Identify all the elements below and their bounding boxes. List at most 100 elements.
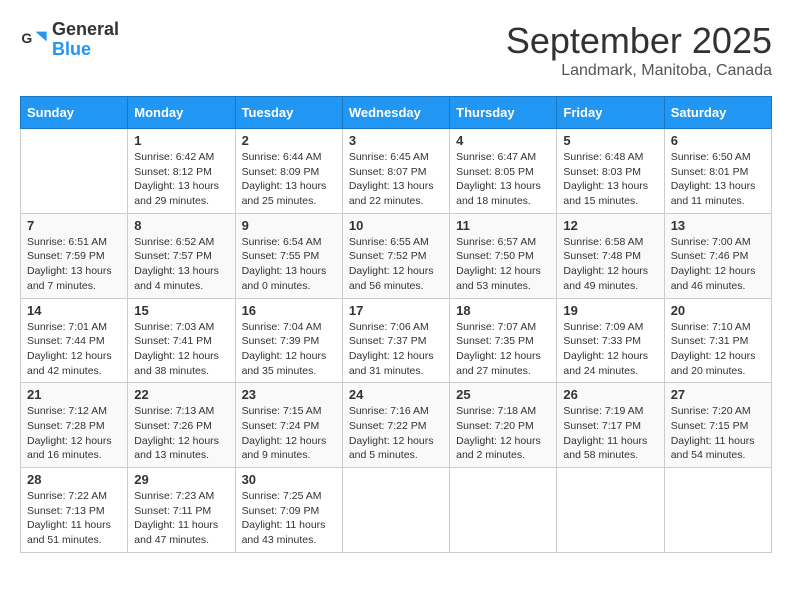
calendar-day-cell: 18 Sunrise: 7:07 AMSunset: 7:35 PMDaylig… [450, 298, 557, 383]
day-number: 30 [242, 472, 336, 487]
day-number: 20 [671, 303, 765, 318]
calendar-day-cell: 5 Sunrise: 6:48 AMSunset: 8:03 PMDayligh… [557, 129, 664, 214]
logo-text: General Blue [52, 20, 119, 60]
day-number: 19 [563, 303, 657, 318]
calendar-day-cell: 14 Sunrise: 7:01 AMSunset: 7:44 PMDaylig… [21, 298, 128, 383]
calendar-day-cell: 25 Sunrise: 7:18 AMSunset: 7:20 PMDaylig… [450, 383, 557, 468]
calendar-day-cell: 17 Sunrise: 7:06 AMSunset: 7:37 PMDaylig… [342, 298, 449, 383]
day-of-week-header: Saturday [664, 97, 771, 129]
day-of-week-header: Wednesday [342, 97, 449, 129]
day-number: 26 [563, 387, 657, 402]
calendar-day-cell: 19 Sunrise: 7:09 AMSunset: 7:33 PMDaylig… [557, 298, 664, 383]
day-info: Sunrise: 7:10 AMSunset: 7:31 PMDaylight:… [671, 320, 765, 379]
calendar-day-cell: 10 Sunrise: 6:55 AMSunset: 7:52 PMDaylig… [342, 213, 449, 298]
day-info: Sunrise: 7:25 AMSunset: 7:09 PMDaylight:… [242, 489, 336, 548]
day-number: 8 [134, 218, 228, 233]
logo-blue: Blue [52, 40, 119, 60]
day-info: Sunrise: 6:42 AMSunset: 8:12 PMDaylight:… [134, 150, 228, 209]
day-of-week-header: Sunday [21, 97, 128, 129]
calendar-table: SundayMondayTuesdayWednesdayThursdayFrid… [20, 96, 772, 553]
calendar-day-cell: 27 Sunrise: 7:20 AMSunset: 7:15 PMDaylig… [664, 383, 771, 468]
day-number: 27 [671, 387, 765, 402]
title-section: September 2025 Landmark, Manitoba, Canad… [506, 20, 772, 80]
calendar-day-cell: 13 Sunrise: 7:00 AMSunset: 7:46 PMDaylig… [664, 213, 771, 298]
calendar-day-cell: 6 Sunrise: 6:50 AMSunset: 8:01 PMDayligh… [664, 129, 771, 214]
day-info: Sunrise: 7:22 AMSunset: 7:13 PMDaylight:… [27, 489, 121, 548]
logo: G General Blue [20, 20, 119, 60]
logo-general: General [52, 20, 119, 40]
calendar-day-cell: 23 Sunrise: 7:15 AMSunset: 7:24 PMDaylig… [235, 383, 342, 468]
day-info: Sunrise: 7:06 AMSunset: 7:37 PMDaylight:… [349, 320, 443, 379]
calendar-day-cell: 26 Sunrise: 7:19 AMSunset: 7:17 PMDaylig… [557, 383, 664, 468]
day-info: Sunrise: 6:55 AMSunset: 7:52 PMDaylight:… [349, 235, 443, 294]
calendar-day-cell: 30 Sunrise: 7:25 AMSunset: 7:09 PMDaylig… [235, 468, 342, 553]
day-info: Sunrise: 6:58 AMSunset: 7:48 PMDaylight:… [563, 235, 657, 294]
calendar-day-cell: 1 Sunrise: 6:42 AMSunset: 8:12 PMDayligh… [128, 129, 235, 214]
day-number: 9 [242, 218, 336, 233]
day-info: Sunrise: 7:09 AMSunset: 7:33 PMDaylight:… [563, 320, 657, 379]
day-number: 23 [242, 387, 336, 402]
day-number: 6 [671, 133, 765, 148]
day-info: Sunrise: 7:03 AMSunset: 7:41 PMDaylight:… [134, 320, 228, 379]
calendar-day-cell: 29 Sunrise: 7:23 AMSunset: 7:11 PMDaylig… [128, 468, 235, 553]
calendar-week-row: 21 Sunrise: 7:12 AMSunset: 7:28 PMDaylig… [21, 383, 772, 468]
calendar-day-cell [557, 468, 664, 553]
calendar-day-cell: 21 Sunrise: 7:12 AMSunset: 7:28 PMDaylig… [21, 383, 128, 468]
day-info: Sunrise: 7:18 AMSunset: 7:20 PMDaylight:… [456, 404, 550, 463]
day-number: 24 [349, 387, 443, 402]
calendar-header-row: SundayMondayTuesdayWednesdayThursdayFrid… [21, 97, 772, 129]
day-info: Sunrise: 6:54 AMSunset: 7:55 PMDaylight:… [242, 235, 336, 294]
calendar-day-cell: 7 Sunrise: 6:51 AMSunset: 7:59 PMDayligh… [21, 213, 128, 298]
day-number: 16 [242, 303, 336, 318]
day-number: 17 [349, 303, 443, 318]
day-info: Sunrise: 7:15 AMSunset: 7:24 PMDaylight:… [242, 404, 336, 463]
day-number: 21 [27, 387, 121, 402]
month-title: September 2025 [506, 20, 772, 62]
day-of-week-header: Friday [557, 97, 664, 129]
day-info: Sunrise: 6:52 AMSunset: 7:57 PMDaylight:… [134, 235, 228, 294]
day-number: 10 [349, 218, 443, 233]
day-number: 29 [134, 472, 228, 487]
calendar-day-cell: 12 Sunrise: 6:58 AMSunset: 7:48 PMDaylig… [557, 213, 664, 298]
day-info: Sunrise: 6:45 AMSunset: 8:07 PMDaylight:… [349, 150, 443, 209]
calendar-day-cell: 11 Sunrise: 6:57 AMSunset: 7:50 PMDaylig… [450, 213, 557, 298]
day-info: Sunrise: 7:07 AMSunset: 7:35 PMDaylight:… [456, 320, 550, 379]
day-number: 15 [134, 303, 228, 318]
calendar-day-cell: 15 Sunrise: 7:03 AMSunset: 7:41 PMDaylig… [128, 298, 235, 383]
day-number: 1 [134, 133, 228, 148]
calendar-day-cell: 9 Sunrise: 6:54 AMSunset: 7:55 PMDayligh… [235, 213, 342, 298]
day-number: 22 [134, 387, 228, 402]
day-of-week-header: Monday [128, 97, 235, 129]
day-info: Sunrise: 7:04 AMSunset: 7:39 PMDaylight:… [242, 320, 336, 379]
day-info: Sunrise: 6:47 AMSunset: 8:05 PMDaylight:… [456, 150, 550, 209]
calendar-day-cell: 4 Sunrise: 6:47 AMSunset: 8:05 PMDayligh… [450, 129, 557, 214]
day-info: Sunrise: 7:23 AMSunset: 7:11 PMDaylight:… [134, 489, 228, 548]
calendar-day-cell: 28 Sunrise: 7:22 AMSunset: 7:13 PMDaylig… [21, 468, 128, 553]
calendar-day-cell: 16 Sunrise: 7:04 AMSunset: 7:39 PMDaylig… [235, 298, 342, 383]
day-info: Sunrise: 7:12 AMSunset: 7:28 PMDaylight:… [27, 404, 121, 463]
calendar-week-row: 7 Sunrise: 6:51 AMSunset: 7:59 PMDayligh… [21, 213, 772, 298]
day-info: Sunrise: 6:44 AMSunset: 8:09 PMDaylight:… [242, 150, 336, 209]
calendar-day-cell: 22 Sunrise: 7:13 AMSunset: 7:26 PMDaylig… [128, 383, 235, 468]
day-number: 13 [671, 218, 765, 233]
day-info: Sunrise: 7:01 AMSunset: 7:44 PMDaylight:… [27, 320, 121, 379]
calendar-day-cell: 2 Sunrise: 6:44 AMSunset: 8:09 PMDayligh… [235, 129, 342, 214]
day-number: 4 [456, 133, 550, 148]
calendar-day-cell: 24 Sunrise: 7:16 AMSunset: 7:22 PMDaylig… [342, 383, 449, 468]
day-number: 3 [349, 133, 443, 148]
day-number: 28 [27, 472, 121, 487]
day-of-week-header: Thursday [450, 97, 557, 129]
day-info: Sunrise: 7:16 AMSunset: 7:22 PMDaylight:… [349, 404, 443, 463]
day-number: 14 [27, 303, 121, 318]
day-info: Sunrise: 7:13 AMSunset: 7:26 PMDaylight:… [134, 404, 228, 463]
calendar-day-cell [21, 129, 128, 214]
day-number: 11 [456, 218, 550, 233]
calendar-day-cell: 20 Sunrise: 7:10 AMSunset: 7:31 PMDaylig… [664, 298, 771, 383]
day-info: Sunrise: 6:50 AMSunset: 8:01 PMDaylight:… [671, 150, 765, 209]
logo-icon: G [20, 26, 48, 54]
calendar-week-row: 14 Sunrise: 7:01 AMSunset: 7:44 PMDaylig… [21, 298, 772, 383]
day-number: 2 [242, 133, 336, 148]
day-info: Sunrise: 7:20 AMSunset: 7:15 PMDaylight:… [671, 404, 765, 463]
day-info: Sunrise: 6:51 AMSunset: 7:59 PMDaylight:… [27, 235, 121, 294]
calendar-day-cell [450, 468, 557, 553]
